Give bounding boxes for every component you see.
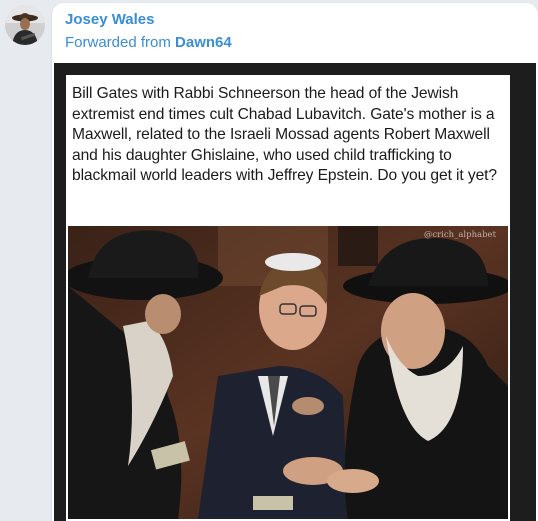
photo-illustration	[68, 226, 508, 519]
forwarded-from: Forwarded from Dawn64	[65, 34, 232, 51]
message-bubble: Josey Wales Forwarded from Dawn64 Bill G…	[52, 3, 538, 521]
sender-name[interactable]: Josey Wales	[65, 11, 155, 28]
media-attachment[interactable]: Bill Gates with Rabbi Schneerson the hea…	[54, 63, 536, 521]
forwarded-source-link[interactable]: Dawn64	[175, 34, 232, 51]
forwarded-prefix: Forwarded from	[65, 34, 176, 51]
meme-caption: Bill Gates with Rabbi Schneerson the hea…	[72, 85, 497, 185]
user-avatar-icon	[5, 5, 45, 45]
photo-watermark: @crich_alphabet	[423, 230, 496, 240]
sender-avatar[interactable]	[5, 5, 45, 45]
meme-photo: @crich_alphabet	[68, 226, 508, 519]
meme-image: Bill Gates with Rabbi Schneerson the hea…	[66, 75, 510, 521]
